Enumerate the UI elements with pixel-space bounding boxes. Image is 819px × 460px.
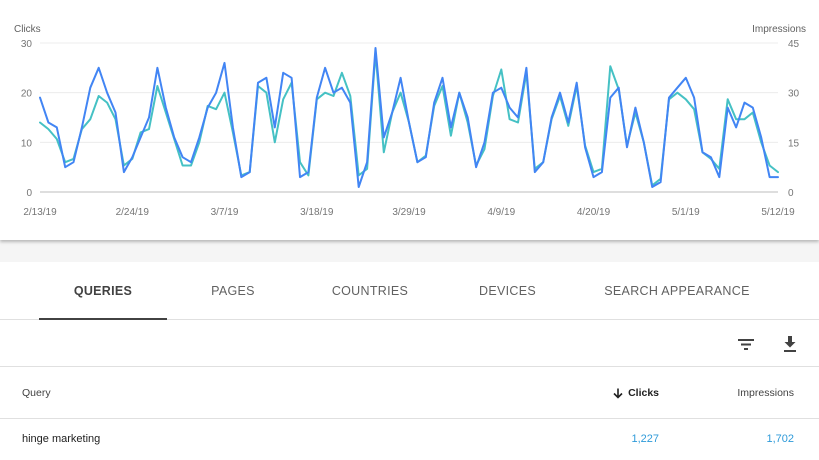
- tab-devices[interactable]: DEVICES: [460, 262, 555, 320]
- column-header-query[interactable]: Query: [22, 387, 51, 399]
- chart-svg: Clicks Impressions 30 20 10 0 45 30 15 0 2/13/…: [14, 24, 806, 218]
- left-tick-label: 30: [21, 39, 33, 50]
- clicks-cell: 1,227: [631, 433, 659, 445]
- download-icon: [784, 336, 796, 352]
- left-tick-label: 10: [21, 138, 33, 149]
- download-button[interactable]: [775, 329, 805, 359]
- tab-search-appearance[interactable]: SEARCH APPEARANCE: [592, 262, 762, 320]
- series-lines: [39, 47, 779, 188]
- section-divider: [0, 240, 819, 262]
- right-axis-ticks: 45 30 15 0: [788, 39, 800, 199]
- right-tick-label: 0: [788, 188, 794, 199]
- tab-queries[interactable]: QUERIES: [39, 262, 167, 320]
- column-header-impressions[interactable]: Impressions: [737, 387, 794, 399]
- tab-pages[interactable]: PAGES: [183, 262, 283, 320]
- left-tick-label: 20: [21, 89, 33, 100]
- right-tick-label: 30: [788, 89, 800, 100]
- right-axis-title: Impressions: [752, 24, 806, 35]
- table-toolbar: [0, 320, 819, 367]
- performance-chart: Clicks Impressions 30 20 10 0 45 30 15 0 2/13/…: [0, 0, 819, 240]
- arrow-down-icon: [613, 388, 623, 399]
- left-axis-title: Clicks: [14, 24, 41, 35]
- x-axis-ticks: 2/13/19 2/24/19 3/7/19 3/18/19 3/29/19 4/9/19…: [23, 207, 795, 218]
- x-tick-label: 3/18/19: [300, 207, 334, 218]
- x-tick-label: 4/9/19: [487, 207, 515, 218]
- x-tick-label: 4/20/19: [577, 207, 611, 218]
- x-tick-label: 5/12/19: [761, 207, 795, 218]
- right-tick-label: 15: [788, 138, 800, 149]
- filter-button[interactable]: [731, 329, 761, 359]
- x-tick-label: 3/7/19: [211, 207, 239, 218]
- impressions-cell: 1,702: [766, 433, 794, 445]
- left-axis-ticks: 30 20 10 0: [21, 39, 33, 199]
- column-header-clicks[interactable]: Clicks: [613, 387, 659, 399]
- x-tick-label: 2/13/19: [23, 207, 57, 218]
- x-tick-label: 2/24/19: [116, 207, 150, 218]
- x-tick-label: 3/29/19: [392, 207, 426, 218]
- filter-icon: [738, 339, 754, 350]
- x-tick-label: 5/1/19: [672, 207, 700, 218]
- table-header: Query Clicks Impressions: [0, 367, 819, 419]
- query-cell: hinge marketing: [22, 433, 101, 445]
- table-row[interactable]: hinge marketing 1,227 1,702: [0, 419, 819, 460]
- left-tick-label: 0: [26, 188, 32, 199]
- tab-countries[interactable]: COUNTRIES: [314, 262, 426, 320]
- tab-bar: QUERIES PAGES COUNTRIES DEVICES SEARCH A…: [0, 262, 819, 320]
- report-table-card: QUERIES PAGES COUNTRIES DEVICES SEARCH A…: [0, 262, 819, 460]
- clicks-header-label: Clicks: [628, 387, 659, 399]
- right-tick-label: 45: [788, 39, 800, 50]
